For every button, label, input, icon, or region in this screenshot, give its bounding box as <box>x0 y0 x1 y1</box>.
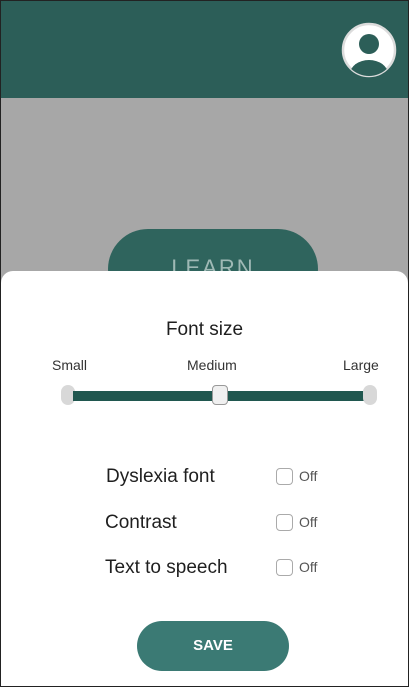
setting-row-contrast: Contrast Off <box>1 508 408 538</box>
user-circle-icon[interactable] <box>340 21 398 79</box>
slider-thumb[interactable] <box>211 385 228 405</box>
top-bar <box>1 1 408 98</box>
text-to-speech-label: Text to speech <box>105 557 228 578</box>
checkbox[interactable] <box>276 514 293 531</box>
font-size-large-label: Large <box>343 357 379 373</box>
font-size-slider[interactable] <box>61 384 379 408</box>
checkbox[interactable] <box>276 468 293 485</box>
slider-end-cap <box>363 385 377 405</box>
save-button[interactable]: SAVE <box>137 621 289 671</box>
contrast-label: Contrast <box>105 512 177 533</box>
checkbox[interactable] <box>276 559 293 576</box>
font-size-title: Font size <box>165 319 244 340</box>
accessibility-settings-sheet: Font size Small Medium Large Dyslexia fo… <box>1 271 408 686</box>
setting-row-text-to-speech: Text to speech Off <box>1 553 408 583</box>
app-frame: LEARN Font size Small Medium Large Dysle… <box>0 0 409 687</box>
toggle-state: Off <box>299 559 318 575</box>
dyslexia-font-label: Dyslexia font <box>106 466 215 487</box>
setting-row-dyslexia-font: Dyslexia font Off <box>1 462 408 492</box>
font-size-small-label: Small <box>52 357 88 373</box>
font-size-medium-label: Medium <box>187 357 237 373</box>
toggle-state: Off <box>299 468 318 484</box>
toggle-state: Off <box>299 514 318 530</box>
